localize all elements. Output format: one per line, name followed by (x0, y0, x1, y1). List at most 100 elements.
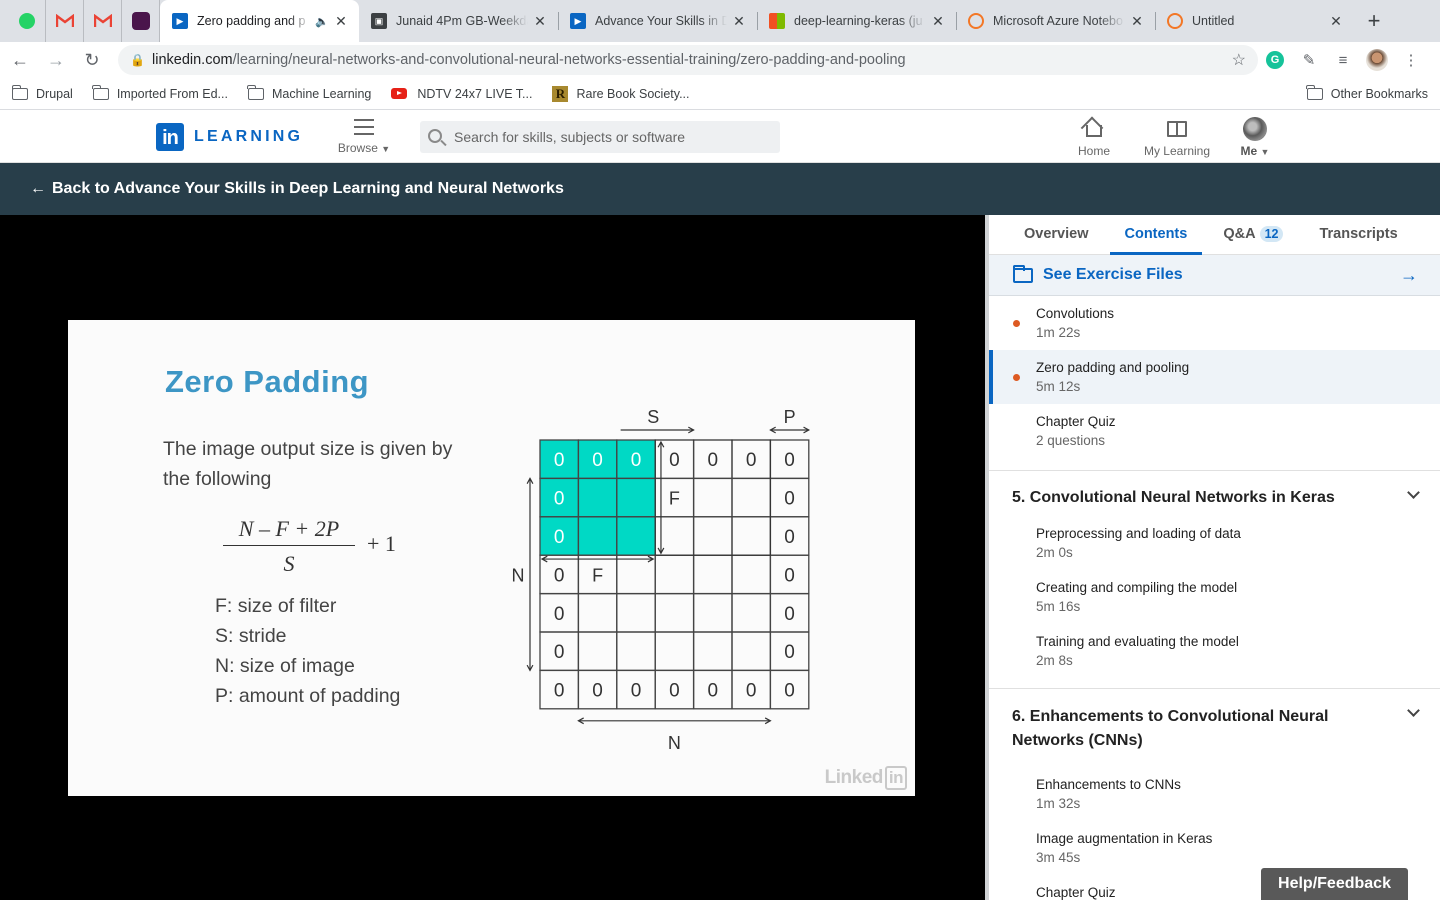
linkedin-in-icon: in (156, 123, 184, 151)
grid-cell (654, 554, 695, 595)
grid-cell-value: 0 (554, 565, 565, 586)
list-item[interactable]: Creating and compiling the model 5m 16s (989, 570, 1440, 624)
close-icon[interactable]: ✕ (333, 13, 349, 29)
grid-cell-value: 0 (669, 450, 680, 471)
profile-avatar[interactable] (1360, 44, 1394, 76)
grid-cell-value: 0 (784, 642, 795, 663)
help-feedback-button[interactable]: Help/Feedback (1261, 868, 1408, 900)
browse-button[interactable]: Browse ▼ (336, 117, 392, 155)
list-item[interactable]: Convolutions 1m 22s (989, 296, 1440, 350)
back-to-course-bar[interactable]: ← Back to Advance Your Skills in Deep Le… (0, 163, 1440, 215)
grid-cell (731, 516, 772, 556)
grid-cell-value: 0 (669, 681, 680, 702)
tab-zero-padding[interactable]: ▶ Zero padding and p 🔈 ✕ (160, 0, 359, 42)
grid-cell (654, 631, 695, 672)
tab-title: deep-learning-keras (ju (794, 14, 923, 28)
grid-cell (692, 516, 733, 556)
list-item[interactable]: Enhancements to CNNs 1m 32s (989, 767, 1440, 821)
address-bar[interactable]: 🔒 linkedin.com/learning/neural-networks-… (118, 45, 1258, 75)
linkedin-learning-logo[interactable]: in LEARNING (156, 123, 303, 151)
close-icon[interactable]: ✕ (1328, 13, 1344, 29)
filter-label-top: F (669, 489, 680, 509)
grammarly-extension[interactable]: G (1258, 44, 1292, 76)
menu-kebab-icon[interactable]: ⋮ (1394, 44, 1428, 76)
back-arrow-icon[interactable]: ← (4, 44, 36, 76)
video-duration: 2m 0s (1036, 545, 1073, 560)
chapter-5: 5. Convolutional Neural Networks in Kera… (989, 470, 1440, 516)
tab-azure-notebooks[interactable]: Microsoft Azure Notebo ✕ (956, 0, 1155, 42)
chapter-title[interactable]: 5. Convolutional Neural Networks in Kera… (1012, 486, 1357, 510)
video-player[interactable]: Zero Padding The image output size is gi… (0, 215, 985, 900)
tab-qa[interactable]: Q&A 12 (1208, 215, 1298, 254)
forward-arrow-icon[interactable]: → (40, 44, 72, 76)
reload-icon[interactable]: ↻ (76, 44, 108, 76)
tab-contents[interactable]: Contents (1109, 215, 1203, 255)
tab-transcripts[interactable]: Transcripts (1304, 215, 1412, 254)
grammarly-icon: G (1266, 51, 1284, 69)
chapter-title[interactable]: 6. Enhancements to Convolutional Neural … (1012, 705, 1357, 753)
media-control-icon[interactable]: ≡ (1326, 44, 1360, 76)
pinned-tab-gmail-2[interactable] (84, 0, 122, 42)
arrow-right-icon: → (1400, 264, 1418, 285)
pinned-tab-slack[interactable] (122, 0, 160, 42)
chevron-down-icon[interactable] (1407, 704, 1420, 717)
browser-toolbar: ← → ↻ 🔒 linkedin.com/learning/neural-net… (0, 42, 1440, 78)
grid-cell (692, 477, 733, 518)
list-item[interactable]: Chapter Quiz 2 questions (989, 404, 1440, 470)
tab-advance-skills[interactable]: ▶ Advance Your Skills in D ✕ (558, 0, 757, 42)
bookmark-label: Imported From Ed... (116, 86, 228, 101)
other-bookmarks[interactable]: Other Bookmarks (1295, 80, 1436, 108)
bookmark-imported[interactable]: Imported From Ed... (81, 80, 236, 108)
new-tab-button[interactable]: + (1354, 0, 1394, 42)
bookmark-drupal[interactable]: Drupal (0, 80, 81, 108)
grid-cell-value: 0 (784, 565, 795, 586)
url-host: linkedin.com (152, 52, 233, 68)
chevron-down-icon[interactable] (1407, 486, 1420, 499)
avatar (1243, 117, 1267, 141)
gmail-icon (93, 14, 112, 27)
grid-cell (692, 631, 733, 672)
jupyter-icon (968, 13, 984, 29)
tab-deep-learning-keras[interactable]: deep-learning-keras (ju ✕ (757, 0, 956, 42)
speaker-icon[interactable]: 🔈 (315, 15, 329, 28)
list-item[interactable]: Training and evaluating the model 2m 8s (989, 624, 1440, 688)
gmail-icon (55, 14, 74, 27)
close-icon[interactable]: ✕ (731, 13, 747, 29)
nav-my-learning[interactable]: My Learning (1140, 117, 1214, 158)
exercise-files-label: See Exercise Files (1043, 266, 1183, 283)
tab-overview[interactable]: Overview (1009, 215, 1104, 254)
close-icon[interactable]: ✕ (532, 13, 548, 29)
course-sidebar: Overview Contents Q&A 12 Transcripts See … (985, 215, 1440, 900)
book-icon (1167, 121, 1187, 137)
close-icon[interactable]: ✕ (930, 13, 946, 29)
search-input[interactable] (454, 129, 754, 145)
jupyter-icon (1167, 13, 1183, 29)
list-item[interactable]: Image augmentation in Keras 3m 45s (989, 821, 1440, 875)
extension-tool-icon[interactable]: ✎ (1292, 44, 1326, 76)
bookmark-star-icon[interactable]: ☆ (1232, 50, 1246, 70)
grid-cell-value: 0 (554, 604, 565, 625)
lecture-slide: Zero Padding The image output size is gi… (68, 320, 915, 796)
bookmark-ndtv[interactable]: NDTV 24x7 LIVE T... (379, 80, 540, 108)
list-item[interactable]: Preprocessing and loading of data 2m 0s (989, 516, 1440, 570)
tab-junaid[interactable]: ▣ Junaid 4Pm GB-Weekda ✕ (359, 0, 558, 42)
list-item-current[interactable]: Zero padding and pooling 5m 12s (989, 350, 1440, 404)
arrow-left-icon: ← (30, 180, 46, 197)
lock-icon: 🔒 (130, 53, 145, 67)
nav-home[interactable]: Home (1074, 117, 1114, 158)
back-link[interactable]: Back to Advance Your Skills in Deep Lear… (52, 180, 564, 198)
nav-me[interactable]: Me ▼ (1236, 117, 1274, 158)
video-title: Chapter Quiz (1036, 414, 1116, 429)
tab-untitled[interactable]: Untitled ✕ (1155, 0, 1354, 42)
youtube-icon (391, 88, 408, 99)
close-icon[interactable]: ✕ (1129, 13, 1145, 29)
whatsapp-icon (18, 13, 35, 29)
grid-cell (577, 631, 618, 672)
see-exercise-files-button[interactable]: See Exercise Files → (989, 255, 1440, 296)
pinned-tab-whatsapp[interactable] (8, 0, 46, 42)
bookmark-rare-book[interactable]: R Rare Book Society... (540, 80, 697, 108)
grid-cell-value: 0 (631, 681, 642, 702)
grid-cell-value: 0 (784, 489, 795, 510)
pinned-tab-gmail-1[interactable] (46, 0, 84, 42)
bookmark-machine-learning[interactable]: Machine Learning (236, 80, 379, 108)
